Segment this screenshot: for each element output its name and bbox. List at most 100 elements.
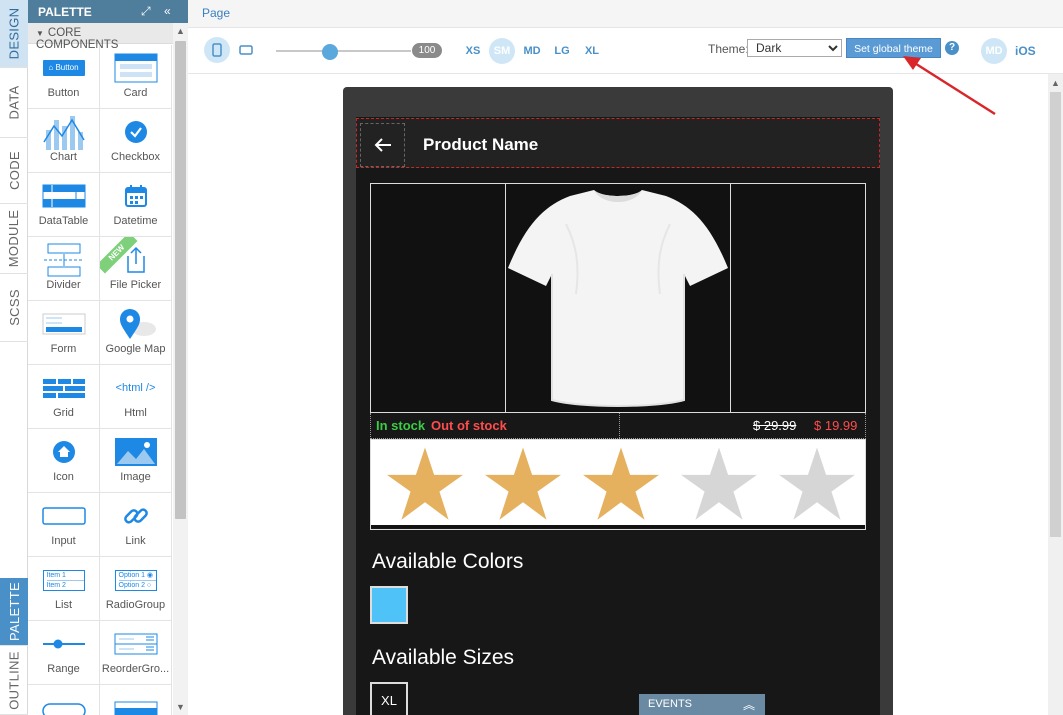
product-image-slider[interactable] bbox=[370, 183, 866, 413]
component-grid[interactable]: Grid bbox=[28, 365, 100, 429]
breakpoint-xs[interactable]: XS bbox=[460, 38, 486, 64]
tab-outline-label: OUTLINE bbox=[6, 650, 22, 710]
tab-data[interactable]: DATA bbox=[0, 68, 28, 138]
component-google-map[interactable]: Google Map bbox=[100, 301, 172, 365]
zoom-slider-thumb[interactable] bbox=[322, 44, 338, 60]
tshirt-image bbox=[508, 190, 728, 407]
color-swatch[interactable] bbox=[370, 586, 408, 624]
tablet-view-button[interactable] bbox=[233, 37, 259, 63]
datatable-icon bbox=[41, 181, 87, 211]
component-radiogroup[interactable]: Option 1 ◉ Option 2 ○ RadioGroup bbox=[100, 557, 172, 621]
tab-palette[interactable]: PALETTE bbox=[0, 578, 28, 646]
tab-scss[interactable]: SCSS bbox=[0, 274, 28, 342]
star-empty-icon[interactable] bbox=[779, 446, 855, 522]
stock-price-row: In stock Out of stock $ 29.99 $ 19.99 bbox=[370, 413, 866, 439]
scroll-down-icon[interactable]: ▼ bbox=[176, 702, 185, 712]
form-icon bbox=[41, 309, 87, 339]
app-screen: Product Name In stock Out of stock $ 29.… bbox=[356, 117, 880, 715]
component-list[interactable]: Item 1 Item 2 List bbox=[28, 557, 100, 621]
theme-select[interactable]: Dark Light bbox=[747, 39, 842, 57]
component-form[interactable]: Form bbox=[28, 301, 100, 365]
component-label: Google Map bbox=[105, 343, 166, 355]
page-title: Product Name bbox=[423, 135, 539, 154]
component-label: Image bbox=[120, 471, 151, 483]
available-sizes-heading: Available Sizes bbox=[372, 646, 515, 669]
component-image[interactable]: Image bbox=[100, 429, 172, 493]
events-panel[interactable]: EVENTS ︽ bbox=[639, 694, 765, 715]
palette-section-header[interactable]: ▼ CORE COMPONENTS bbox=[28, 23, 173, 51]
tab-code[interactable]: CODE bbox=[0, 138, 28, 204]
breakpoint-xl[interactable]: XL bbox=[579, 38, 605, 64]
component-label: Range bbox=[47, 663, 80, 675]
button-preview-text: Button bbox=[55, 63, 79, 72]
tab-module-label: MODULE bbox=[6, 209, 22, 268]
component-reordergroup[interactable]: ReorderGro... bbox=[100, 621, 172, 685]
html-icon: <html /> bbox=[113, 373, 159, 403]
component-partial-segment[interactable] bbox=[100, 685, 172, 715]
scroll-thumb[interactable] bbox=[175, 41, 186, 519]
component-label: List bbox=[54, 599, 73, 611]
palette-scrollbar[interactable]: ▲ ▼ bbox=[173, 23, 188, 715]
list-item-2: Item 2 bbox=[46, 581, 66, 589]
platform-ios-button[interactable]: iOS bbox=[1015, 44, 1036, 58]
component-label: Datetime bbox=[113, 215, 158, 227]
star-rating[interactable] bbox=[371, 440, 865, 528]
component-checkbox[interactable]: Checkbox bbox=[100, 109, 172, 173]
app-toolbar[interactable]: Product Name bbox=[356, 118, 880, 168]
component-chart[interactable]: Chart bbox=[28, 109, 100, 173]
scroll-up-icon[interactable]: ▲ bbox=[176, 26, 185, 36]
star-filled-icon[interactable] bbox=[485, 446, 561, 522]
component-label: File Picker bbox=[109, 279, 162, 291]
component-divider[interactable]: Divider bbox=[28, 237, 100, 301]
component-label: Card bbox=[123, 87, 148, 99]
expand-icon[interactable]: ⤢ bbox=[141, 4, 151, 19]
component-input[interactable]: Input bbox=[28, 493, 100, 557]
component-icon[interactable]: Icon bbox=[28, 429, 100, 493]
component-link[interactable]: Link bbox=[100, 493, 172, 557]
size-chip-xl[interactable]: XL bbox=[370, 682, 408, 715]
component-button[interactable]: ⌂ Button Button bbox=[28, 45, 100, 109]
scroll-up-icon[interactable]: ▲ bbox=[1051, 78, 1060, 88]
palette-panel: PALETTE ⤢ « ▼ CORE COMPONENTS ⌂ Button Bu… bbox=[28, 0, 188, 715]
component-range[interactable]: Range bbox=[28, 621, 100, 685]
scroll-thumb[interactable] bbox=[1050, 92, 1061, 537]
phone-view-button[interactable] bbox=[204, 37, 230, 63]
old-price: $ 29.99 bbox=[753, 418, 797, 433]
component-label: ReorderGro... bbox=[101, 663, 170, 675]
out-of-stock-label: Out of stock bbox=[431, 418, 507, 433]
reorder-icon bbox=[113, 629, 159, 659]
double-chevron-up-icon[interactable]: ︽ bbox=[743, 696, 755, 713]
palette-title: PALETTE bbox=[38, 5, 92, 19]
component-label: Html bbox=[124, 407, 147, 419]
back-button[interactable] bbox=[360, 123, 405, 167]
events-label: EVENTS bbox=[648, 698, 693, 710]
tab-module[interactable]: MODULE bbox=[0, 204, 28, 274]
breakpoint-lg[interactable]: LG bbox=[549, 38, 575, 64]
star-empty-icon[interactable] bbox=[681, 446, 757, 522]
link-icon bbox=[113, 501, 159, 531]
component-datatable[interactable]: DataTable bbox=[28, 173, 100, 237]
zoom-slider-track[interactable] bbox=[276, 50, 411, 52]
component-html[interactable]: <html /> Html bbox=[100, 365, 172, 429]
component-label: Divider bbox=[46, 279, 81, 291]
tab-outline[interactable]: OUTLINE bbox=[0, 646, 28, 715]
canvas-scrollbar[interactable]: ▲ bbox=[1048, 74, 1063, 715]
component-label: Button bbox=[47, 87, 80, 99]
breakpoint-md[interactable]: MD bbox=[519, 38, 545, 64]
checkbox-icon bbox=[113, 117, 159, 147]
breakpoint-sm[interactable]: SM bbox=[489, 38, 515, 64]
collapse-left-icon[interactable]: « bbox=[164, 4, 171, 18]
component-label: DataTable bbox=[38, 215, 89, 227]
radio-icon: Option 1 ◉ Option 2 ○ bbox=[113, 565, 159, 595]
star-filled-icon[interactable] bbox=[583, 446, 659, 522]
component-card[interactable]: Card bbox=[100, 45, 172, 109]
component-label: Input bbox=[51, 535, 76, 547]
component-partial-searchbar[interactable] bbox=[28, 685, 100, 715]
new-price: $ 19.99 bbox=[814, 418, 858, 433]
component-file-picker[interactable]: NEW File Picker bbox=[100, 237, 172, 301]
page-tab[interactable]: Page bbox=[202, 6, 230, 20]
list-item-1: Item 1 bbox=[46, 571, 84, 581]
component-datetime[interactable]: Datetime bbox=[100, 173, 172, 237]
tab-design[interactable]: DESIGN bbox=[0, 0, 28, 68]
star-filled-icon[interactable] bbox=[387, 446, 463, 522]
